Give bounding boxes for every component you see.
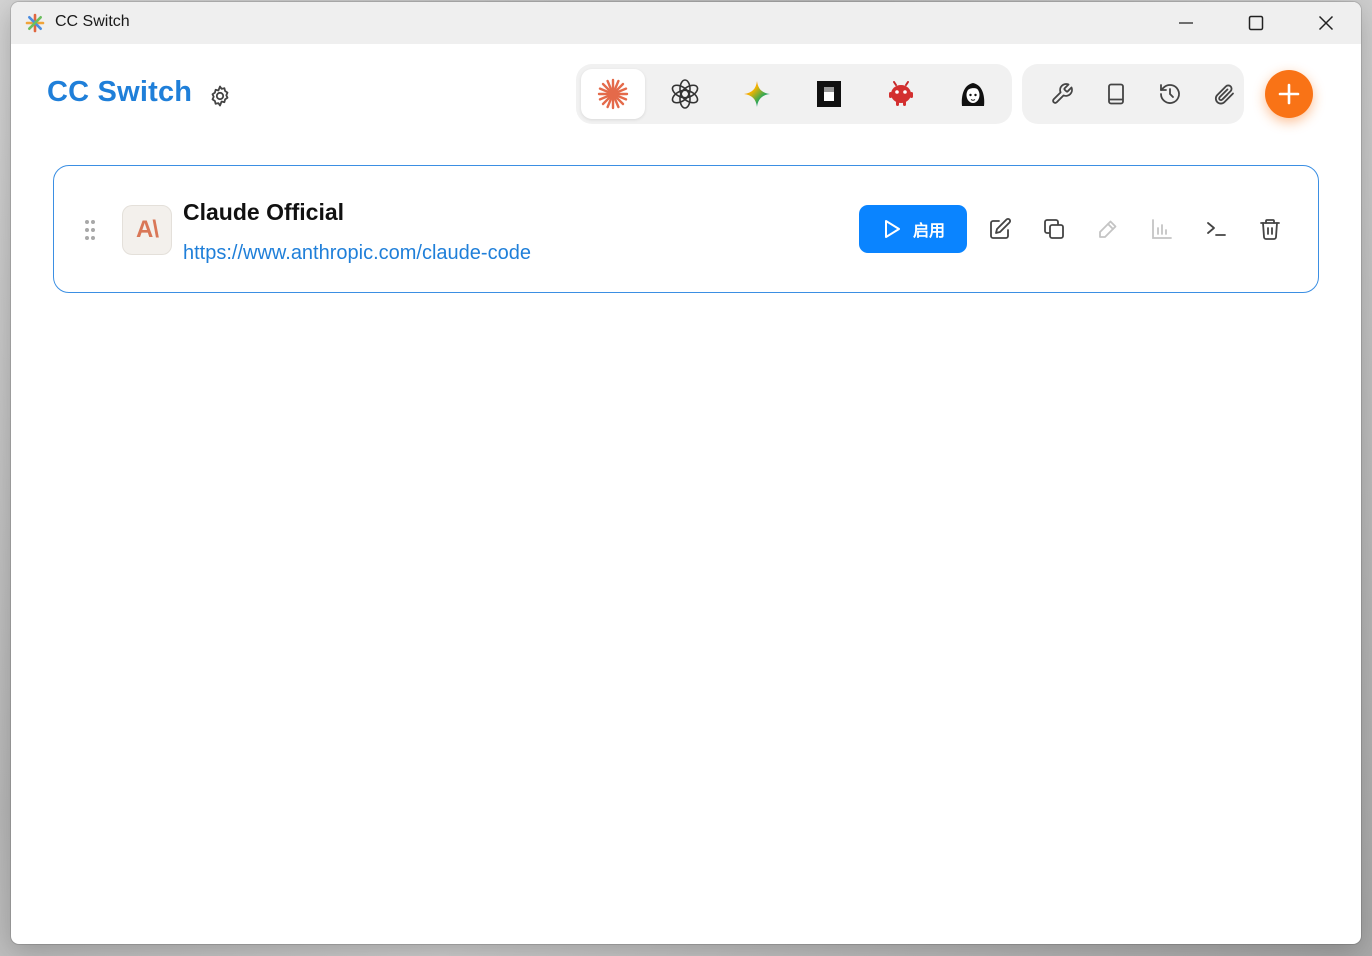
trash-icon [1260,219,1280,240]
claude-icon [597,78,629,110]
minimize-icon [1179,22,1193,24]
terminal-button[interactable] [1199,212,1233,246]
provider-url-link[interactable]: https://www.anthropic.com/claude-code [183,242,531,265]
play-icon [884,220,900,238]
close-icon [1318,15,1334,31]
stats-icon [1152,219,1172,239]
app-tab-cursor[interactable] [797,69,861,119]
wrench-icon [1052,83,1073,104]
openai-icon [671,79,699,109]
maximize-icon [1248,15,1264,31]
provider-card[interactable]: A\ Claude Official https://www.anthropic… [53,165,1319,293]
add-provider-button[interactable] [1265,70,1313,118]
app-switcher [576,64,1012,124]
pen-icon [1099,220,1117,238]
gear-icon [211,85,229,107]
avatar-icon [961,83,985,106]
app-tab-bot[interactable] [869,69,933,119]
settings-button[interactable] [204,80,236,112]
copy-icon [1044,219,1064,239]
edit-icon [990,218,1011,239]
app-tab-openai[interactable] [653,69,717,119]
docs-button[interactable] [1099,77,1133,111]
history-button[interactable] [1153,77,1187,111]
tools-group [1022,64,1244,124]
minimize-button[interactable] [1151,2,1221,44]
plus-icon [1278,83,1300,105]
drag-handle-icon[interactable] [82,218,98,242]
paperclip-icon [1214,84,1234,105]
app-brand: CC Switch [47,76,193,108]
attachment-button[interactable] [1207,77,1241,111]
android-icon [889,81,913,106]
provider-avatar: A\ [122,205,172,255]
enable-button[interactable]: 启用 [859,205,967,253]
close-button[interactable] [1291,2,1361,44]
delete-button[interactable] [1253,212,1287,246]
terminal-icon [1207,222,1226,236]
edit-button[interactable] [983,212,1017,246]
duplicate-button[interactable] [1037,212,1071,246]
book-icon [1108,83,1124,105]
test-button[interactable] [1091,212,1125,246]
tools-button[interactable] [1045,77,1079,111]
cursor-icon [817,81,841,107]
window-title: CC Switch [55,13,130,30]
enable-label: 启用 [912,221,945,240]
maximize-button[interactable] [1221,2,1291,44]
provider-name: Claude Official [183,199,345,225]
app-logo-icon [25,13,45,33]
anthropic-logo: A\ [136,216,159,243]
app-window: CC Switch CC Switch A\ Claude Official h… [11,2,1361,944]
title-bar: CC Switch [11,2,1361,44]
history-icon [1160,84,1180,104]
app-tab-avatar[interactable] [941,69,1005,119]
app-tab-claude[interactable] [581,69,645,119]
gemini-icon [744,81,770,107]
stats-button[interactable] [1145,212,1179,246]
app-tab-gemini[interactable] [725,69,789,119]
